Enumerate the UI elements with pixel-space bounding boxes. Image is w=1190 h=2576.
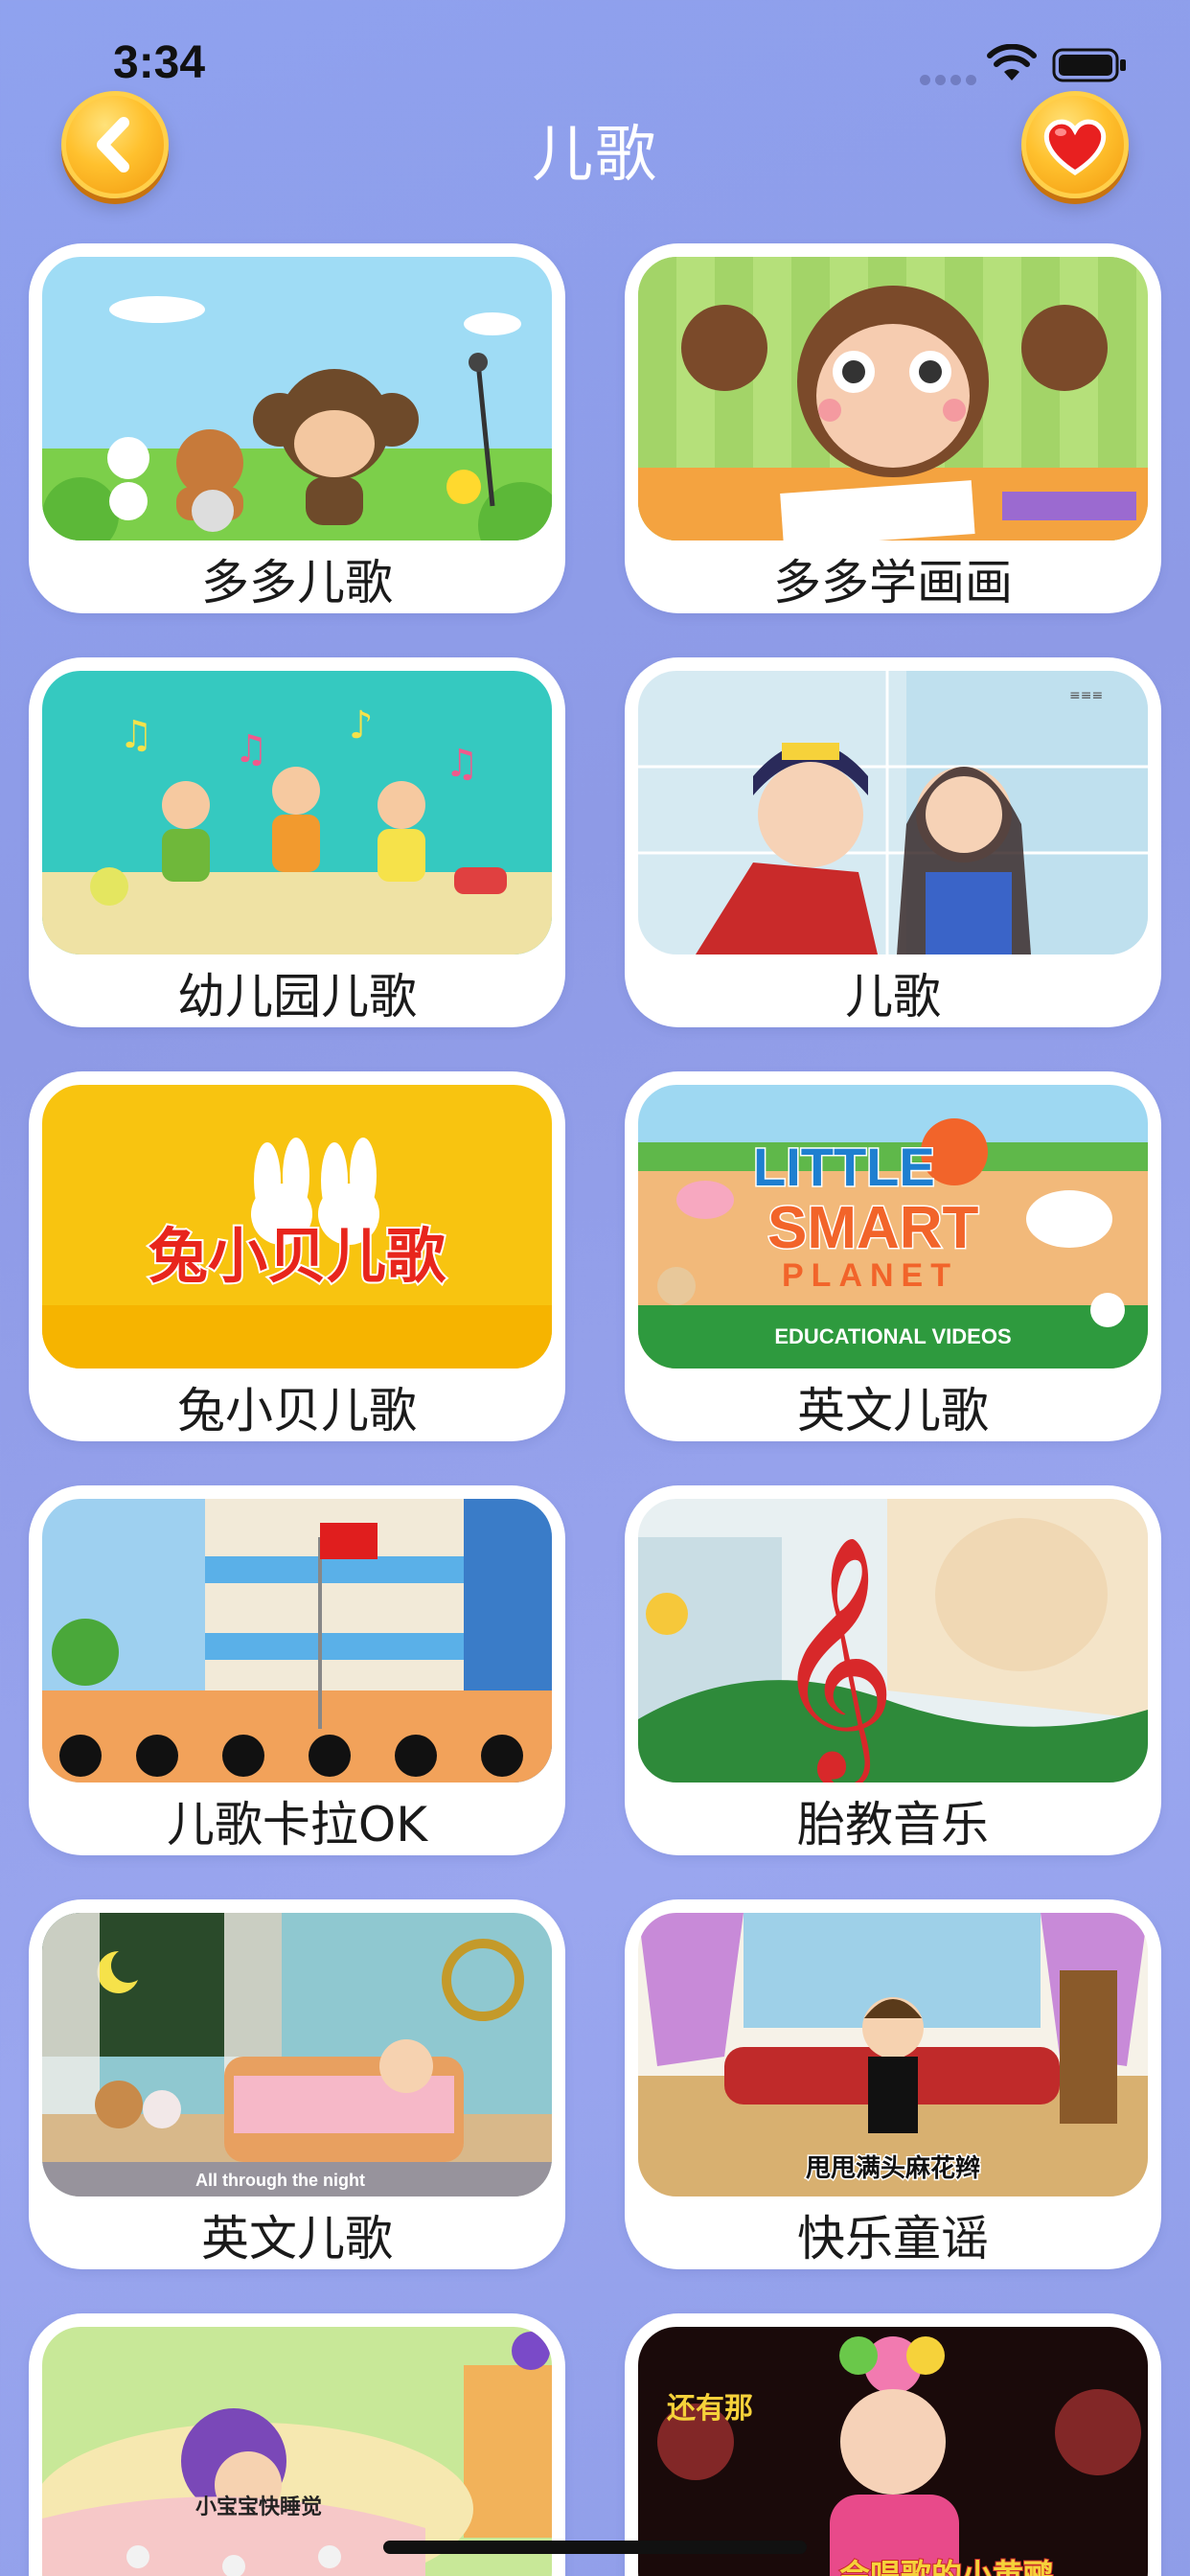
- card-thumbnail: ≡≡≡: [638, 671, 1148, 954]
- card-thumbnail: 𝄞: [638, 1499, 1148, 1782]
- thumb-subtitle: EDUCATIONAL VIDEOS: [774, 1324, 1011, 1348]
- card-label: 儿歌: [845, 969, 941, 1024]
- svg-text:♫: ♫: [234, 727, 268, 771]
- category-card[interactable]: 多多学画画: [625, 243, 1161, 613]
- card-thumbnail: 甩甩满头麻花辫: [638, 1913, 1148, 2196]
- card-label: 英文儿歌: [201, 2211, 393, 2266]
- category-card[interactable]: 小宝宝快睡觉: [29, 2313, 565, 2576]
- thumb-caption-line1: 还有那: [667, 2392, 753, 2426]
- card-thumbnail: LITTLE SMART PLANET EDUCATIONAL VIDEOS: [638, 1085, 1148, 1368]
- card-thumbnail: [638, 257, 1148, 540]
- svg-text:♫: ♫: [445, 742, 479, 786]
- svg-text:≡≡≡: ≡≡≡: [1069, 688, 1103, 703]
- card-thumbnail: 还有那 会唱歌的小黄鹂: [638, 2327, 1148, 2576]
- card-label: 多多儿歌: [201, 555, 393, 610]
- card-label: 多多学画画: [773, 555, 1013, 610]
- home-indicator[interactable]: [383, 2541, 807, 2554]
- category-card[interactable]: LITTLE SMART PLANET EDUCATIONAL VIDEOS 英…: [625, 1071, 1161, 1441]
- thumb-caption-line2: 会唱歌的小黄鹂: [839, 2557, 1054, 2576]
- card-thumbnail: [42, 257, 552, 540]
- category-card[interactable]: All through the night 英文儿歌: [29, 1899, 565, 2269]
- category-card[interactable]: ♫ ♫ ♪ ♫ 幼儿园儿歌: [29, 657, 565, 1027]
- category-card[interactable]: ≡≡≡ 儿歌: [625, 657, 1161, 1027]
- category-card[interactable]: 多多儿歌: [29, 243, 565, 613]
- card-label: 幼儿园儿歌: [177, 969, 417, 1024]
- svg-text:♫: ♫: [119, 713, 153, 757]
- card-thumbnail: All through the night: [42, 1913, 552, 2196]
- card-label: 胎教音乐: [797, 1797, 989, 1852]
- thumb-caption: 小宝宝快睡觉: [195, 2495, 322, 2519]
- card-label: 快乐童谣: [797, 2211, 989, 2266]
- card-thumbnail: [42, 1499, 552, 1782]
- category-card[interactable]: 甩甩满头麻花辫 快乐童谣: [625, 1899, 1161, 2269]
- thumb-logo-text: 兔小贝儿歌: [149, 1221, 446, 1291]
- thumb-caption: All through the night: [195, 2171, 365, 2190]
- category-card[interactable]: 兔小贝儿歌 兔小贝儿歌: [29, 1071, 565, 1441]
- category-card[interactable]: 还有那 会唱歌的小黄鹂: [625, 2313, 1161, 2576]
- card-label: 儿歌卡拉OK: [166, 1797, 428, 1852]
- category-grid: 多多儿歌 多多学画画 ♫ ♫ ♪ ♫ 幼儿园儿歌 ≡≡≡ 儿歌 兔小贝儿歌 兔小…: [0, 0, 1190, 2576]
- thumb-caption: 甩甩满头麻花辫: [806, 2154, 980, 2183]
- card-thumbnail: ♫ ♫ ♪ ♫: [42, 671, 552, 954]
- card-thumbnail: 小宝宝快睡觉: [42, 2327, 552, 2576]
- svg-text:𝄞: 𝄞: [772, 1533, 897, 1782]
- card-thumbnail: 兔小贝儿歌: [42, 1085, 552, 1368]
- svg-text:♪: ♪: [349, 703, 374, 748]
- card-label: 英文儿歌: [797, 1383, 989, 1438]
- thumb-title-line3: PLANET: [782, 1257, 958, 1294]
- thumb-title-line2: SMART: [767, 1195, 979, 1261]
- thumb-title-line1: LITTLE: [753, 1137, 935, 1197]
- card-label: 兔小贝儿歌: [177, 1383, 417, 1438]
- category-card[interactable]: 𝄞 胎教音乐: [625, 1485, 1161, 1855]
- category-card[interactable]: 儿歌卡拉OK: [29, 1485, 565, 1855]
